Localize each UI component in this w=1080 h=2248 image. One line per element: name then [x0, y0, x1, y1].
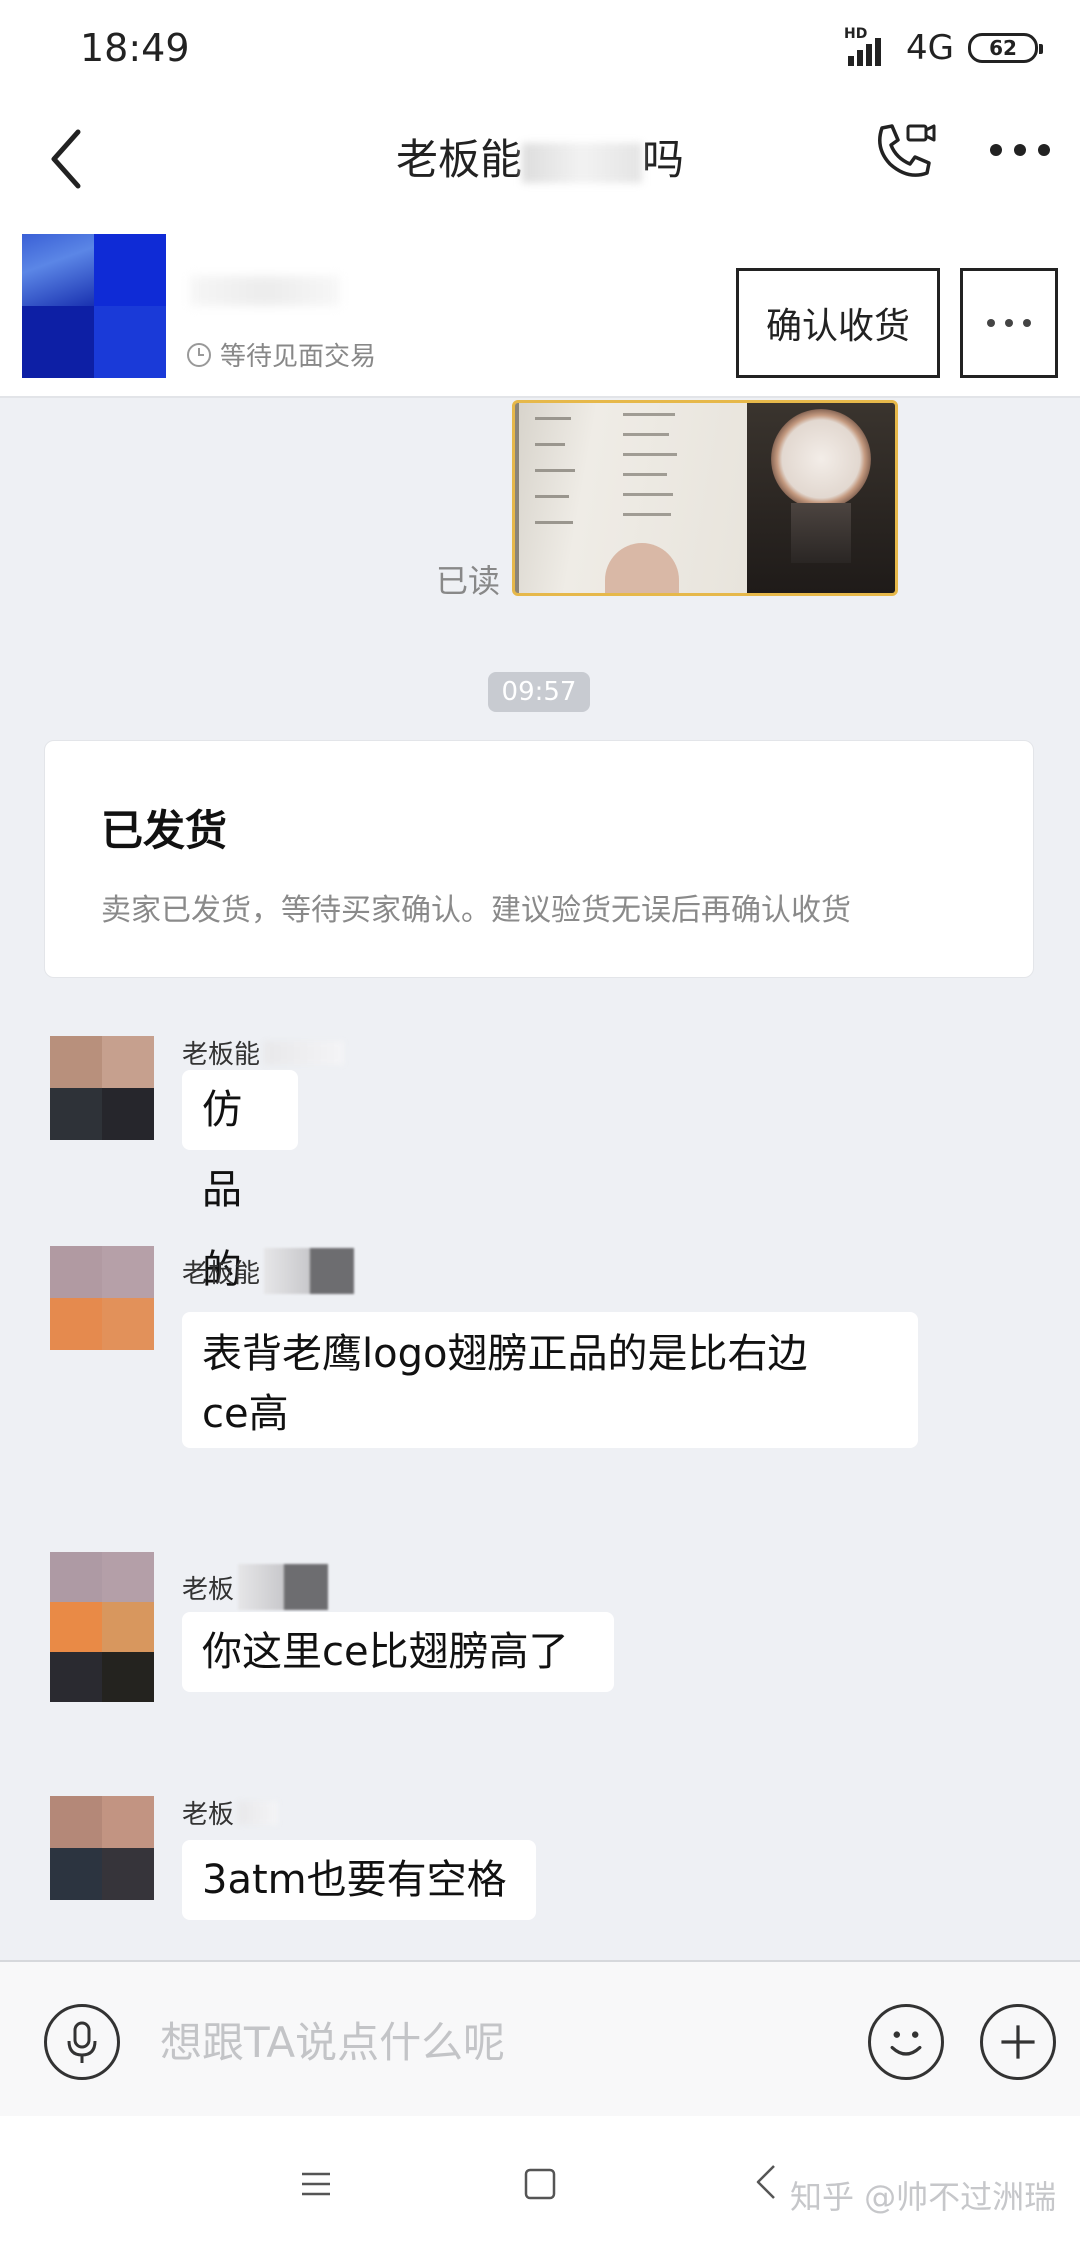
redacted-blur [238, 1564, 329, 1610]
product-bar: 等待见面交易 确认收货 [0, 228, 1080, 398]
message-bubble[interactable]: 你这里ce比翅膀高了 [182, 1612, 614, 1692]
microphone-icon [67, 2021, 97, 2063]
voice-input-button[interactable] [44, 2004, 120, 2080]
chat-title-start: 老板能 [395, 135, 522, 184]
read-receipt: 已读 [436, 562, 501, 600]
chat-header: 老板能 吗 [0, 100, 1080, 228]
shipped-notice-card: 已发货 卖家已发货，等待买家确认。建议验货无误后再确认收货 [44, 740, 1034, 978]
message-line: 表背老鹰logo翅膀正品的是比右边 [202, 1331, 808, 1377]
sender-name: 老板 [182, 1564, 329, 1610]
message-bubble[interactable]: 3atm也要有空格 [182, 1840, 536, 1920]
sender-name: 老板能 [182, 1034, 345, 1071]
status-icons: HD 4G 62 [844, 26, 1043, 68]
timestamp-pill: 09:57 [488, 672, 590, 712]
message-item: 老板能 表背老鹰logo翅膀正品的是比右边 ce高 [0, 1246, 1080, 1448]
shipped-title: 已发货 [101, 806, 228, 855]
status-bar: 18:49 HD 4G 62 [0, 0, 1080, 100]
product-thumbnail[interactable] [22, 234, 166, 378]
chat-area[interactable]: 已读 09:57 已发货 卖家已发货，等待买家确认。建议验货无误后再确认收货 老… [0, 400, 1080, 1960]
sender-name-text: 老板能 [182, 1258, 261, 1289]
network-type: 4G [906, 28, 954, 68]
home-icon[interactable] [522, 2166, 558, 2202]
trade-status: 等待见面交易 [186, 336, 376, 373]
back-nav-icon[interactable] [752, 2162, 782, 2202]
confirm-receipt-button[interactable]: 确认收货 [736, 268, 940, 378]
emoji-button[interactable] [868, 2004, 944, 2080]
sender-name: 老板 [182, 1794, 279, 1831]
sender-name-text: 老板 [182, 1800, 235, 1830]
product-more-button[interactable] [960, 268, 1058, 378]
message-line: ce高 [202, 1391, 289, 1437]
message-item: 老板 3atm也要有空格 [0, 1796, 1080, 1936]
message-input[interactable] [160, 2004, 840, 2080]
input-bar [0, 1960, 1080, 2116]
trade-status-text: 等待见面交易 [220, 342, 377, 372]
signal-icon: HD [844, 26, 892, 66]
redacted-blur [522, 142, 642, 183]
back-arrow-icon[interactable] [44, 124, 92, 194]
sender-name-text: 老板 [182, 1574, 235, 1605]
status-time: 18:49 [80, 26, 190, 70]
redacted-blur [190, 276, 340, 306]
video-call-icon[interactable] [868, 118, 938, 188]
avatar[interactable] [50, 1036, 154, 1140]
more-options-icon[interactable] [990, 140, 1050, 160]
redacted-blur [264, 1248, 355, 1294]
sent-image[interactable] [512, 400, 898, 596]
plus-button[interactable] [980, 2004, 1056, 2080]
shipped-body: 卖家已发货，等待买家确认。建议验货无误后再确认收货 [101, 893, 851, 928]
battery-level: 62 [989, 36, 1017, 60]
battery-icon: 62 [968, 33, 1043, 63]
avatar[interactable] [50, 1552, 154, 1702]
menu-icon[interactable] [298, 2166, 334, 2202]
message-item: 老板 你这里ce比翅膀高了 [0, 1552, 1080, 1702]
message-bubble[interactable]: 表背老鹰logo翅膀正品的是比右边 ce高 [182, 1312, 918, 1448]
sender-name-text: 老板能 [182, 1040, 261, 1070]
redacted-blur [238, 1800, 279, 1825]
redacted-blur [264, 1040, 345, 1065]
avatar[interactable] [50, 1796, 154, 1900]
watermark: 知乎 @帅不过洲瑞 [790, 2178, 1057, 2216]
system-navigation-bar: 知乎 @帅不过洲瑞 [0, 2116, 1080, 2248]
sender-name: 老板能 [182, 1248, 355, 1294]
clock-icon [187, 342, 211, 367]
message-bubble[interactable]: 仿品的 [182, 1070, 298, 1293]
avatar[interactable] [50, 1246, 154, 1350]
message-item: 老板能 仿品的 [0, 1034, 1080, 1293]
chat-title: 老板能 吗 [300, 126, 780, 196]
chat-title-end: 吗 [642, 135, 685, 184]
